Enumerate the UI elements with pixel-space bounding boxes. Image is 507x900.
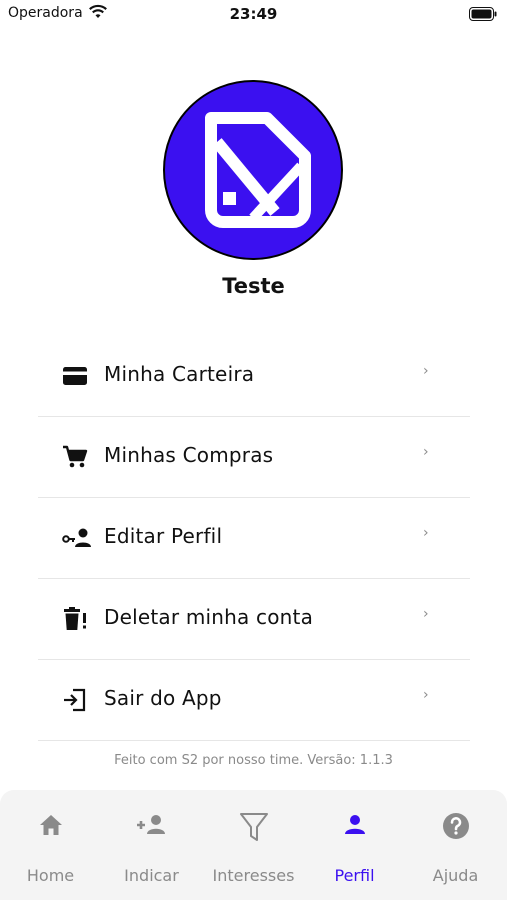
filter-icon <box>203 812 304 841</box>
tab-indicar[interactable]: Indicar <box>101 790 202 900</box>
avatar[interactable] <box>163 80 343 260</box>
menu-item-logout[interactable]: Sair do App › <box>38 660 470 741</box>
chevron-right-icon: › <box>423 363 429 379</box>
chevron-right-icon: › <box>423 687 429 703</box>
tab-bar: Home Indicar Interesses Perfil Ajuda <box>0 790 507 900</box>
menu-item-label: Deletar minha conta <box>104 605 314 629</box>
tab-label: Perfil <box>334 866 375 885</box>
logout-icon <box>62 688 88 712</box>
help-icon <box>405 812 506 840</box>
tab-perfil[interactable]: Perfil <box>304 790 405 900</box>
cart-icon <box>62 445 88 469</box>
menu-item-delete-account[interactable]: Deletar minha conta › <box>38 579 470 660</box>
trash-alert-icon <box>62 607 88 631</box>
menu-item-edit-profile[interactable]: Editar Perfil › <box>38 498 470 579</box>
tab-home[interactable]: Home <box>0 790 101 900</box>
menu-item-wallet[interactable]: Minha Carteira › <box>38 336 470 417</box>
tab-interesses[interactable]: Interesses <box>203 790 304 900</box>
brand-logo-icon <box>205 112 311 228</box>
home-icon <box>0 812 101 840</box>
menu-item-label: Sair do App <box>104 686 222 710</box>
tab-label: Interesses <box>212 866 295 885</box>
add-person-icon <box>101 812 202 840</box>
tab-label: Ajuda <box>432 866 479 885</box>
menu-item-label: Editar Perfil <box>104 524 223 548</box>
menu-item-purchases[interactable]: Minhas Compras › <box>38 417 470 498</box>
profile-menu: Minha Carteira › Minhas Compras › Editar… <box>38 336 470 741</box>
menu-item-label: Minhas Compras <box>104 443 274 467</box>
profile-name: Teste <box>222 274 285 298</box>
version-note: Feito com S2 por nosso time. Versão: 1.1… <box>114 753 393 768</box>
person-icon <box>304 812 405 840</box>
tab-label: Home <box>26 866 75 885</box>
menu-item-label: Minha Carteira <box>104 362 255 386</box>
tab-label: Indicar <box>124 866 179 885</box>
wallet-icon <box>62 364 88 388</box>
clock: 23:49 <box>229 5 278 23</box>
status-bar: Operadora 23:49 <box>0 0 507 30</box>
tab-ajuda[interactable]: Ajuda <box>405 790 506 900</box>
chevron-right-icon: › <box>423 606 429 622</box>
chevron-right-icon: › <box>423 444 429 460</box>
chevron-right-icon: › <box>423 525 429 541</box>
user-key-icon <box>62 526 91 550</box>
battery-icon <box>469 6 497 25</box>
